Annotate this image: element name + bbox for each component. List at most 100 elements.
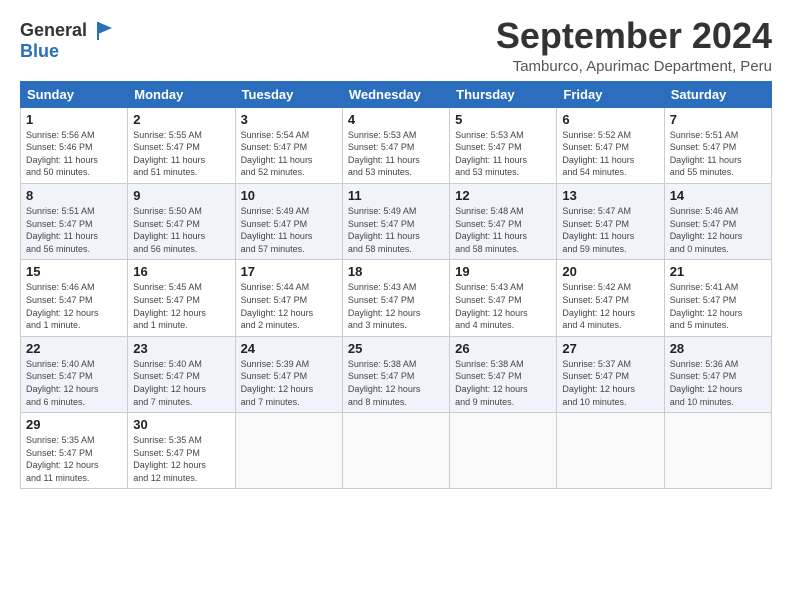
- day-number: 4: [348, 112, 444, 127]
- day-cell-29: 29 Sunrise: 5:35 AM Sunset: 5:47 PM Dayli…: [21, 413, 128, 489]
- day-cell-16: 16Sunrise: 5:45 AM Sunset: 5:47 PM Dayli…: [128, 260, 235, 336]
- day-cell-4: 4 Sunrise: 5:53 AM Sunset: 5:47 PM Daylig…: [342, 107, 449, 183]
- day-info: Sunrise: 5:56 AM Sunset: 5:46 PM Dayligh…: [26, 129, 122, 179]
- weekday-header-tuesday: Tuesday: [235, 81, 342, 107]
- weekday-header-sunday: Sunday: [21, 81, 128, 107]
- day-info: Sunrise: 5:49 AM Sunset: 5:47 PM Dayligh…: [348, 205, 444, 255]
- week-row-5: 29 Sunrise: 5:35 AM Sunset: 5:47 PM Dayli…: [21, 413, 772, 489]
- calendar-subtitle: Tamburco, Apurimac Department, Peru: [496, 58, 772, 75]
- day-cell-12: 12Sunrise: 5:48 AM Sunset: 5:47 PM Dayli…: [450, 183, 557, 259]
- day-info: Sunrise: 5:39 AM Sunset: 5:47 PM Dayligh…: [241, 358, 337, 408]
- day-info: Sunrise: 5:52 AM Sunset: 5:47 PM Dayligh…: [562, 129, 658, 179]
- day-info: Sunrise: 5:43 AM Sunset: 5:47 PM Dayligh…: [348, 281, 444, 331]
- day-info: Sunrise: 5:46 AM Sunset: 5:47 PM Dayligh…: [26, 281, 122, 331]
- day-info: Sunrise: 5:51 AM Sunset: 5:47 PM Dayligh…: [26, 205, 122, 255]
- day-info: Sunrise: 5:53 AM Sunset: 5:47 PM Dayligh…: [348, 129, 444, 179]
- day-number: 23: [133, 341, 229, 356]
- week-row-2: 8 Sunrise: 5:51 AM Sunset: 5:47 PM Daylig…: [21, 183, 772, 259]
- day-number: 7: [670, 112, 766, 127]
- day-number: 11: [348, 188, 444, 203]
- day-number: 17: [241, 264, 337, 279]
- day-info: Sunrise: 5:38 AM Sunset: 5:47 PM Dayligh…: [348, 358, 444, 408]
- weekday-header-wednesday: Wednesday: [342, 81, 449, 107]
- day-number: 19: [455, 264, 551, 279]
- day-number: 6: [562, 112, 658, 127]
- day-cell-30: 30 Sunrise: 5:35 AM Sunset: 5:47 PM Dayli…: [128, 413, 235, 489]
- calendar-title: September 2024: [496, 16, 772, 56]
- day-cell-18: 18 Sunrise: 5:43 AM Sunset: 5:47 PM Dayli…: [342, 260, 449, 336]
- day-info: Sunrise: 5:55 AM Sunset: 5:47 PM Dayligh…: [133, 129, 229, 179]
- day-number: 2: [133, 112, 229, 127]
- day-number: 18: [348, 264, 444, 279]
- day-info: Sunrise: 5:49 AM Sunset: 5:47 PM Dayligh…: [241, 205, 337, 255]
- week-row-1: 1 Sunrise: 5:56 AM Sunset: 5:46 PM Daylig…: [21, 107, 772, 183]
- day-cell-9: 9Sunrise: 5:50 AM Sunset: 5:47 PM Daylig…: [128, 183, 235, 259]
- day-info: Sunrise: 5:43 AM Sunset: 5:47 PM Dayligh…: [455, 281, 551, 331]
- day-cell-2: 2 Sunrise: 5:55 AM Sunset: 5:47 PM Daylig…: [128, 107, 235, 183]
- day-cell-13: 13 Sunrise: 5:47 AM Sunset: 5:47 PM Dayli…: [557, 183, 664, 259]
- day-number: 14: [670, 188, 766, 203]
- day-cell-24: 24Sunrise: 5:39 AM Sunset: 5:47 PM Dayli…: [235, 336, 342, 412]
- day-number: 8: [26, 188, 122, 203]
- day-cell-17: 17 Sunrise: 5:44 AM Sunset: 5:47 PM Dayli…: [235, 260, 342, 336]
- day-cell-19: 19 Sunrise: 5:43 AM Sunset: 5:47 PM Dayli…: [450, 260, 557, 336]
- day-info: Sunrise: 5:35 AM Sunset: 5:47 PM Dayligh…: [133, 434, 229, 484]
- day-cell-11: 11 Sunrise: 5:49 AM Sunset: 5:47 PM Dayli…: [342, 183, 449, 259]
- day-info: Sunrise: 5:51 AM Sunset: 5:47 PM Dayligh…: [670, 129, 766, 179]
- day-info: Sunrise: 5:41 AM Sunset: 5:47 PM Dayligh…: [670, 281, 766, 331]
- week-row-4: 22Sunrise: 5:40 AM Sunset: 5:47 PM Dayli…: [21, 336, 772, 412]
- day-info: Sunrise: 5:36 AM Sunset: 5:47 PM Dayligh…: [670, 358, 766, 408]
- day-info: Sunrise: 5:35 AM Sunset: 5:47 PM Dayligh…: [26, 434, 122, 484]
- day-info: Sunrise: 5:40 AM Sunset: 5:47 PM Dayligh…: [26, 358, 122, 408]
- day-info: Sunrise: 5:53 AM Sunset: 5:47 PM Dayligh…: [455, 129, 551, 179]
- day-number: 27: [562, 341, 658, 356]
- day-info: Sunrise: 5:42 AM Sunset: 5:47 PM Dayligh…: [562, 281, 658, 331]
- day-cell-23: 23 Sunrise: 5:40 AM Sunset: 5:47 PM Dayli…: [128, 336, 235, 412]
- day-cell-14: 14 Sunrise: 5:46 AM Sunset: 5:47 PM Dayli…: [664, 183, 771, 259]
- weekday-header-row: SundayMondayTuesdayWednesdayThursdayFrid…: [21, 81, 772, 107]
- empty-cell: [235, 413, 342, 489]
- day-number: 3: [241, 112, 337, 127]
- day-info: Sunrise: 5:44 AM Sunset: 5:47 PM Dayligh…: [241, 281, 337, 331]
- empty-cell: [342, 413, 449, 489]
- day-number: 30: [133, 417, 229, 432]
- day-number: 1: [26, 112, 122, 127]
- logo-flag-icon: [94, 20, 116, 42]
- title-area: September 2024 Tamburco, Apurimac Depart…: [496, 16, 772, 75]
- day-cell-27: 27 Sunrise: 5:37 AM Sunset: 5:47 PM Dayli…: [557, 336, 664, 412]
- day-number: 26: [455, 341, 551, 356]
- day-number: 13: [562, 188, 658, 203]
- day-info: Sunrise: 5:47 AM Sunset: 5:47 PM Dayligh…: [562, 205, 658, 255]
- day-cell-28: 28 Sunrise: 5:36 AM Sunset: 5:47 PM Dayli…: [664, 336, 771, 412]
- day-info: Sunrise: 5:37 AM Sunset: 5:47 PM Dayligh…: [562, 358, 658, 408]
- weekday-header-thursday: Thursday: [450, 81, 557, 107]
- empty-cell: [557, 413, 664, 489]
- day-info: Sunrise: 5:50 AM Sunset: 5:47 PM Dayligh…: [133, 205, 229, 255]
- logo: General Blue: [20, 20, 116, 62]
- logo-general-text: General: [20, 20, 87, 40]
- day-number: 15: [26, 264, 122, 279]
- day-info: Sunrise: 5:54 AM Sunset: 5:47 PM Dayligh…: [241, 129, 337, 179]
- day-number: 16: [133, 264, 229, 279]
- day-cell-7: 7 Sunrise: 5:51 AM Sunset: 5:47 PM Daylig…: [664, 107, 771, 183]
- day-cell-22: 22Sunrise: 5:40 AM Sunset: 5:47 PM Dayli…: [21, 336, 128, 412]
- day-cell-1: 1 Sunrise: 5:56 AM Sunset: 5:46 PM Daylig…: [21, 107, 128, 183]
- day-number: 28: [670, 341, 766, 356]
- logo-blue-text: Blue: [20, 41, 59, 61]
- day-info: Sunrise: 5:38 AM Sunset: 5:47 PM Dayligh…: [455, 358, 551, 408]
- day-number: 5: [455, 112, 551, 127]
- empty-cell: [450, 413, 557, 489]
- day-info: Sunrise: 5:46 AM Sunset: 5:47 PM Dayligh…: [670, 205, 766, 255]
- day-number: 25: [348, 341, 444, 356]
- day-info: Sunrise: 5:40 AM Sunset: 5:47 PM Dayligh…: [133, 358, 229, 408]
- day-info: Sunrise: 5:48 AM Sunset: 5:47 PM Dayligh…: [455, 205, 551, 255]
- weekday-header-friday: Friday: [557, 81, 664, 107]
- day-number: 21: [670, 264, 766, 279]
- day-cell-26: 26 Sunrise: 5:38 AM Sunset: 5:47 PM Dayli…: [450, 336, 557, 412]
- weekday-header-monday: Monday: [128, 81, 235, 107]
- weekday-header-saturday: Saturday: [664, 81, 771, 107]
- day-number: 29: [26, 417, 122, 432]
- week-row-3: 15 Sunrise: 5:46 AM Sunset: 5:47 PM Dayli…: [21, 260, 772, 336]
- day-cell-15: 15 Sunrise: 5:46 AM Sunset: 5:47 PM Dayli…: [21, 260, 128, 336]
- day-number: 10: [241, 188, 337, 203]
